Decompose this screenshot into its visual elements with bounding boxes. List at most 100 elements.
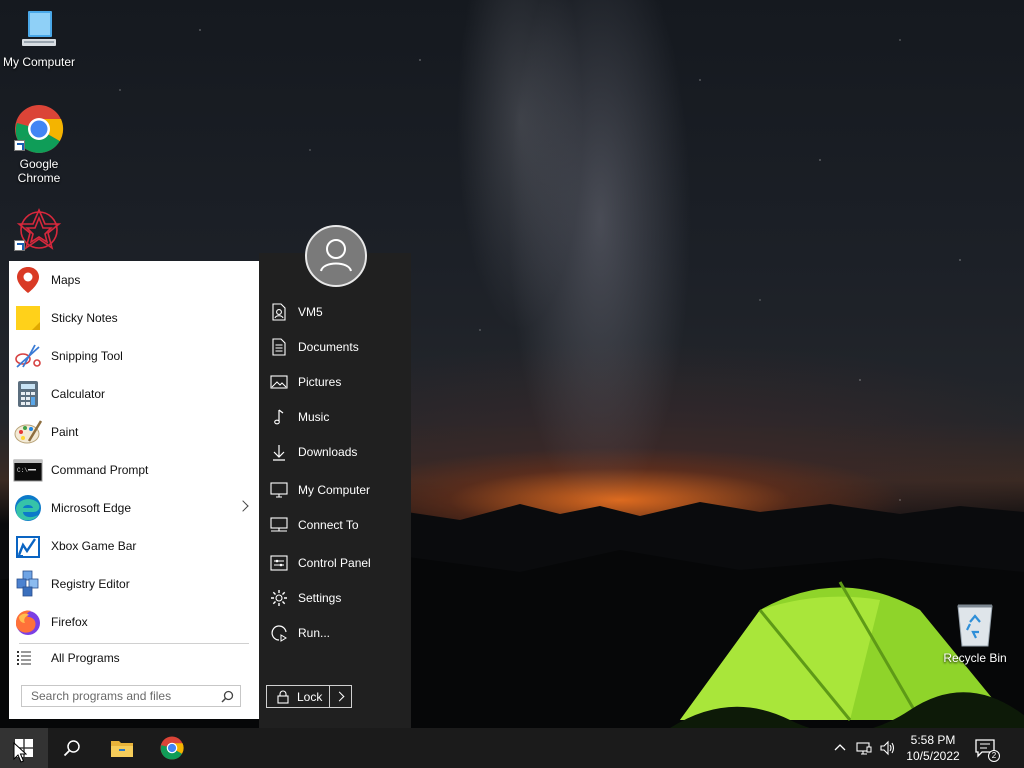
notification-center-button[interactable]: 2 [974, 738, 1000, 762]
program-item-firefox[interactable]: Firefox [9, 603, 259, 641]
program-label: Paint [51, 425, 79, 439]
program-item-paint[interactable]: Paint [9, 413, 259, 451]
command-prompt-icon: C:\ [13, 459, 43, 482]
search-input[interactable] [31, 689, 217, 703]
program-item-sticky-notes[interactable]: Sticky Notes [9, 299, 259, 337]
taskbar-file-explorer-button[interactable] [98, 728, 146, 768]
notification-count-badge: 2 [988, 750, 1000, 762]
place-label: Downloads [298, 445, 358, 459]
shortcut-arrow-icon [14, 140, 25, 151]
program-item-snipping-tool[interactable]: Snipping Tool [9, 337, 259, 375]
place-item-music[interactable]: Music [270, 406, 329, 428]
xbox-game-bar-icon [16, 536, 40, 558]
place-label: Documents [298, 340, 359, 354]
program-label: Xbox Game Bar [51, 539, 137, 553]
place-label: Control Panel [298, 556, 371, 570]
lock-label: Lock [297, 689, 323, 704]
place-label: Connect To [298, 518, 359, 532]
search-icon [63, 740, 80, 757]
clock-time: 5:58 PM [910, 733, 956, 747]
place-label: Music [298, 410, 330, 424]
user-folder-icon [272, 303, 286, 321]
svg-text:C:\: C:\ [17, 467, 28, 474]
desktop-icon-app[interactable] [0, 206, 78, 254]
taskbar-clock[interactable]: 5:58 PM 10/5/2022 [900, 732, 966, 764]
taskbar-search-button[interactable] [48, 728, 96, 768]
search-box[interactable] [21, 685, 241, 707]
firefox-icon [16, 610, 40, 635]
program-item-calculator[interactable]: Calculator [9, 375, 259, 413]
desktop-icon-label: Recycle Bin [943, 651, 1007, 665]
lock-button[interactable]: Lock [266, 685, 330, 708]
desktop-icon-recycle-bin[interactable]: Recycle Bin [936, 602, 1014, 665]
clock-date: 10/5/2022 [906, 749, 960, 763]
sticky-notes-icon [16, 306, 40, 330]
maps-icon [17, 267, 39, 293]
all-programs-label: All Programs [51, 651, 120, 665]
place-item-documents[interactable]: Documents [270, 336, 359, 358]
desktop-icon-my-computer[interactable]: My Computer [0, 8, 78, 69]
desktop-icon-label: My Computer [2, 55, 76, 69]
settings-icon [271, 590, 287, 606]
network-icon[interactable] [856, 740, 872, 756]
program-label: Sticky Notes [51, 311, 118, 325]
place-item-my-computer[interactable]: My Computer [270, 479, 370, 501]
program-label: Registry Editor [51, 577, 130, 591]
place-label: Pictures [298, 375, 342, 389]
place-item-settings[interactable]: Settings [270, 587, 341, 609]
snipping-tool-icon [15, 344, 41, 368]
computer-icon [22, 11, 56, 46]
volume-icon[interactable] [880, 740, 896, 756]
lock-icon [277, 690, 289, 704]
control-panel-icon [270, 555, 288, 571]
search-icon[interactable] [221, 690, 234, 703]
place-item-control-panel[interactable]: Control Panel [270, 552, 371, 574]
place-item-pictures[interactable]: Pictures [270, 371, 341, 393]
run-icon [271, 625, 287, 642]
music-icon [274, 409, 284, 425]
program-label: Microsoft Edge [51, 501, 132, 515]
program-item-registry-editor[interactable]: Registry Editor [9, 565, 259, 603]
documents-icon [272, 338, 286, 356]
power-options-arrow-button[interactable] [329, 685, 352, 708]
user-avatar[interactable] [305, 225, 367, 287]
chrome-icon [160, 736, 184, 760]
program-item-microsoft-edge[interactable]: Microsoft Edge [9, 489, 259, 527]
program-label: Snipping Tool [51, 349, 123, 363]
user-icon [320, 239, 352, 272]
list-icon [17, 651, 31, 665]
calculator-icon [18, 381, 38, 407]
program-item-maps[interactable]: Maps [9, 261, 259, 299]
place-item-downloads[interactable]: Downloads [270, 441, 357, 463]
desktop-icon-google-chrome[interactable]: Google Chrome [0, 104, 78, 185]
desktop-icon-label: Google Chrome [17, 157, 61, 185]
mouse-cursor-icon [13, 742, 27, 763]
place-label: My Computer [298, 483, 371, 497]
place-label: VM5 [298, 305, 323, 319]
program-item-command-prompt[interactable]: C:\ Command Prompt [9, 451, 259, 489]
all-programs-button[interactable]: All Programs [9, 644, 259, 672]
program-label: Maps [51, 273, 81, 287]
taskbar-chrome-button[interactable] [148, 728, 196, 768]
downloads-icon [273, 445, 285, 461]
edge-icon [15, 495, 41, 521]
computer-icon [270, 482, 288, 498]
place-item-run[interactable]: Run... [270, 622, 330, 644]
submenu-chevron-right-icon[interactable] [237, 500, 249, 512]
program-label: Command Prompt [51, 463, 149, 477]
paint-icon [14, 420, 43, 444]
start-menu-programs-panel: Maps Sticky Notes Snipping Tool Calculat… [9, 261, 259, 719]
chevron-up-icon[interactable] [832, 740, 848, 756]
place-label: Run... [298, 626, 331, 640]
program-label: Firefox [51, 615, 88, 629]
connect-icon [270, 517, 288, 532]
place-label: Settings [298, 591, 342, 605]
place-item-connect-to[interactable]: Connect To [270, 514, 359, 536]
program-label: Calculator [51, 387, 106, 401]
registry-editor-icon [16, 570, 39, 597]
pictures-icon [270, 375, 288, 389]
program-item-xbox-game-bar[interactable]: Xbox Game Bar [9, 527, 259, 565]
place-item-vm5[interactable]: VM5 [270, 301, 323, 323]
recycle-bin-icon [957, 604, 993, 647]
taskbar: 5:58 PM 10/5/2022 2 [0, 728, 1024, 768]
